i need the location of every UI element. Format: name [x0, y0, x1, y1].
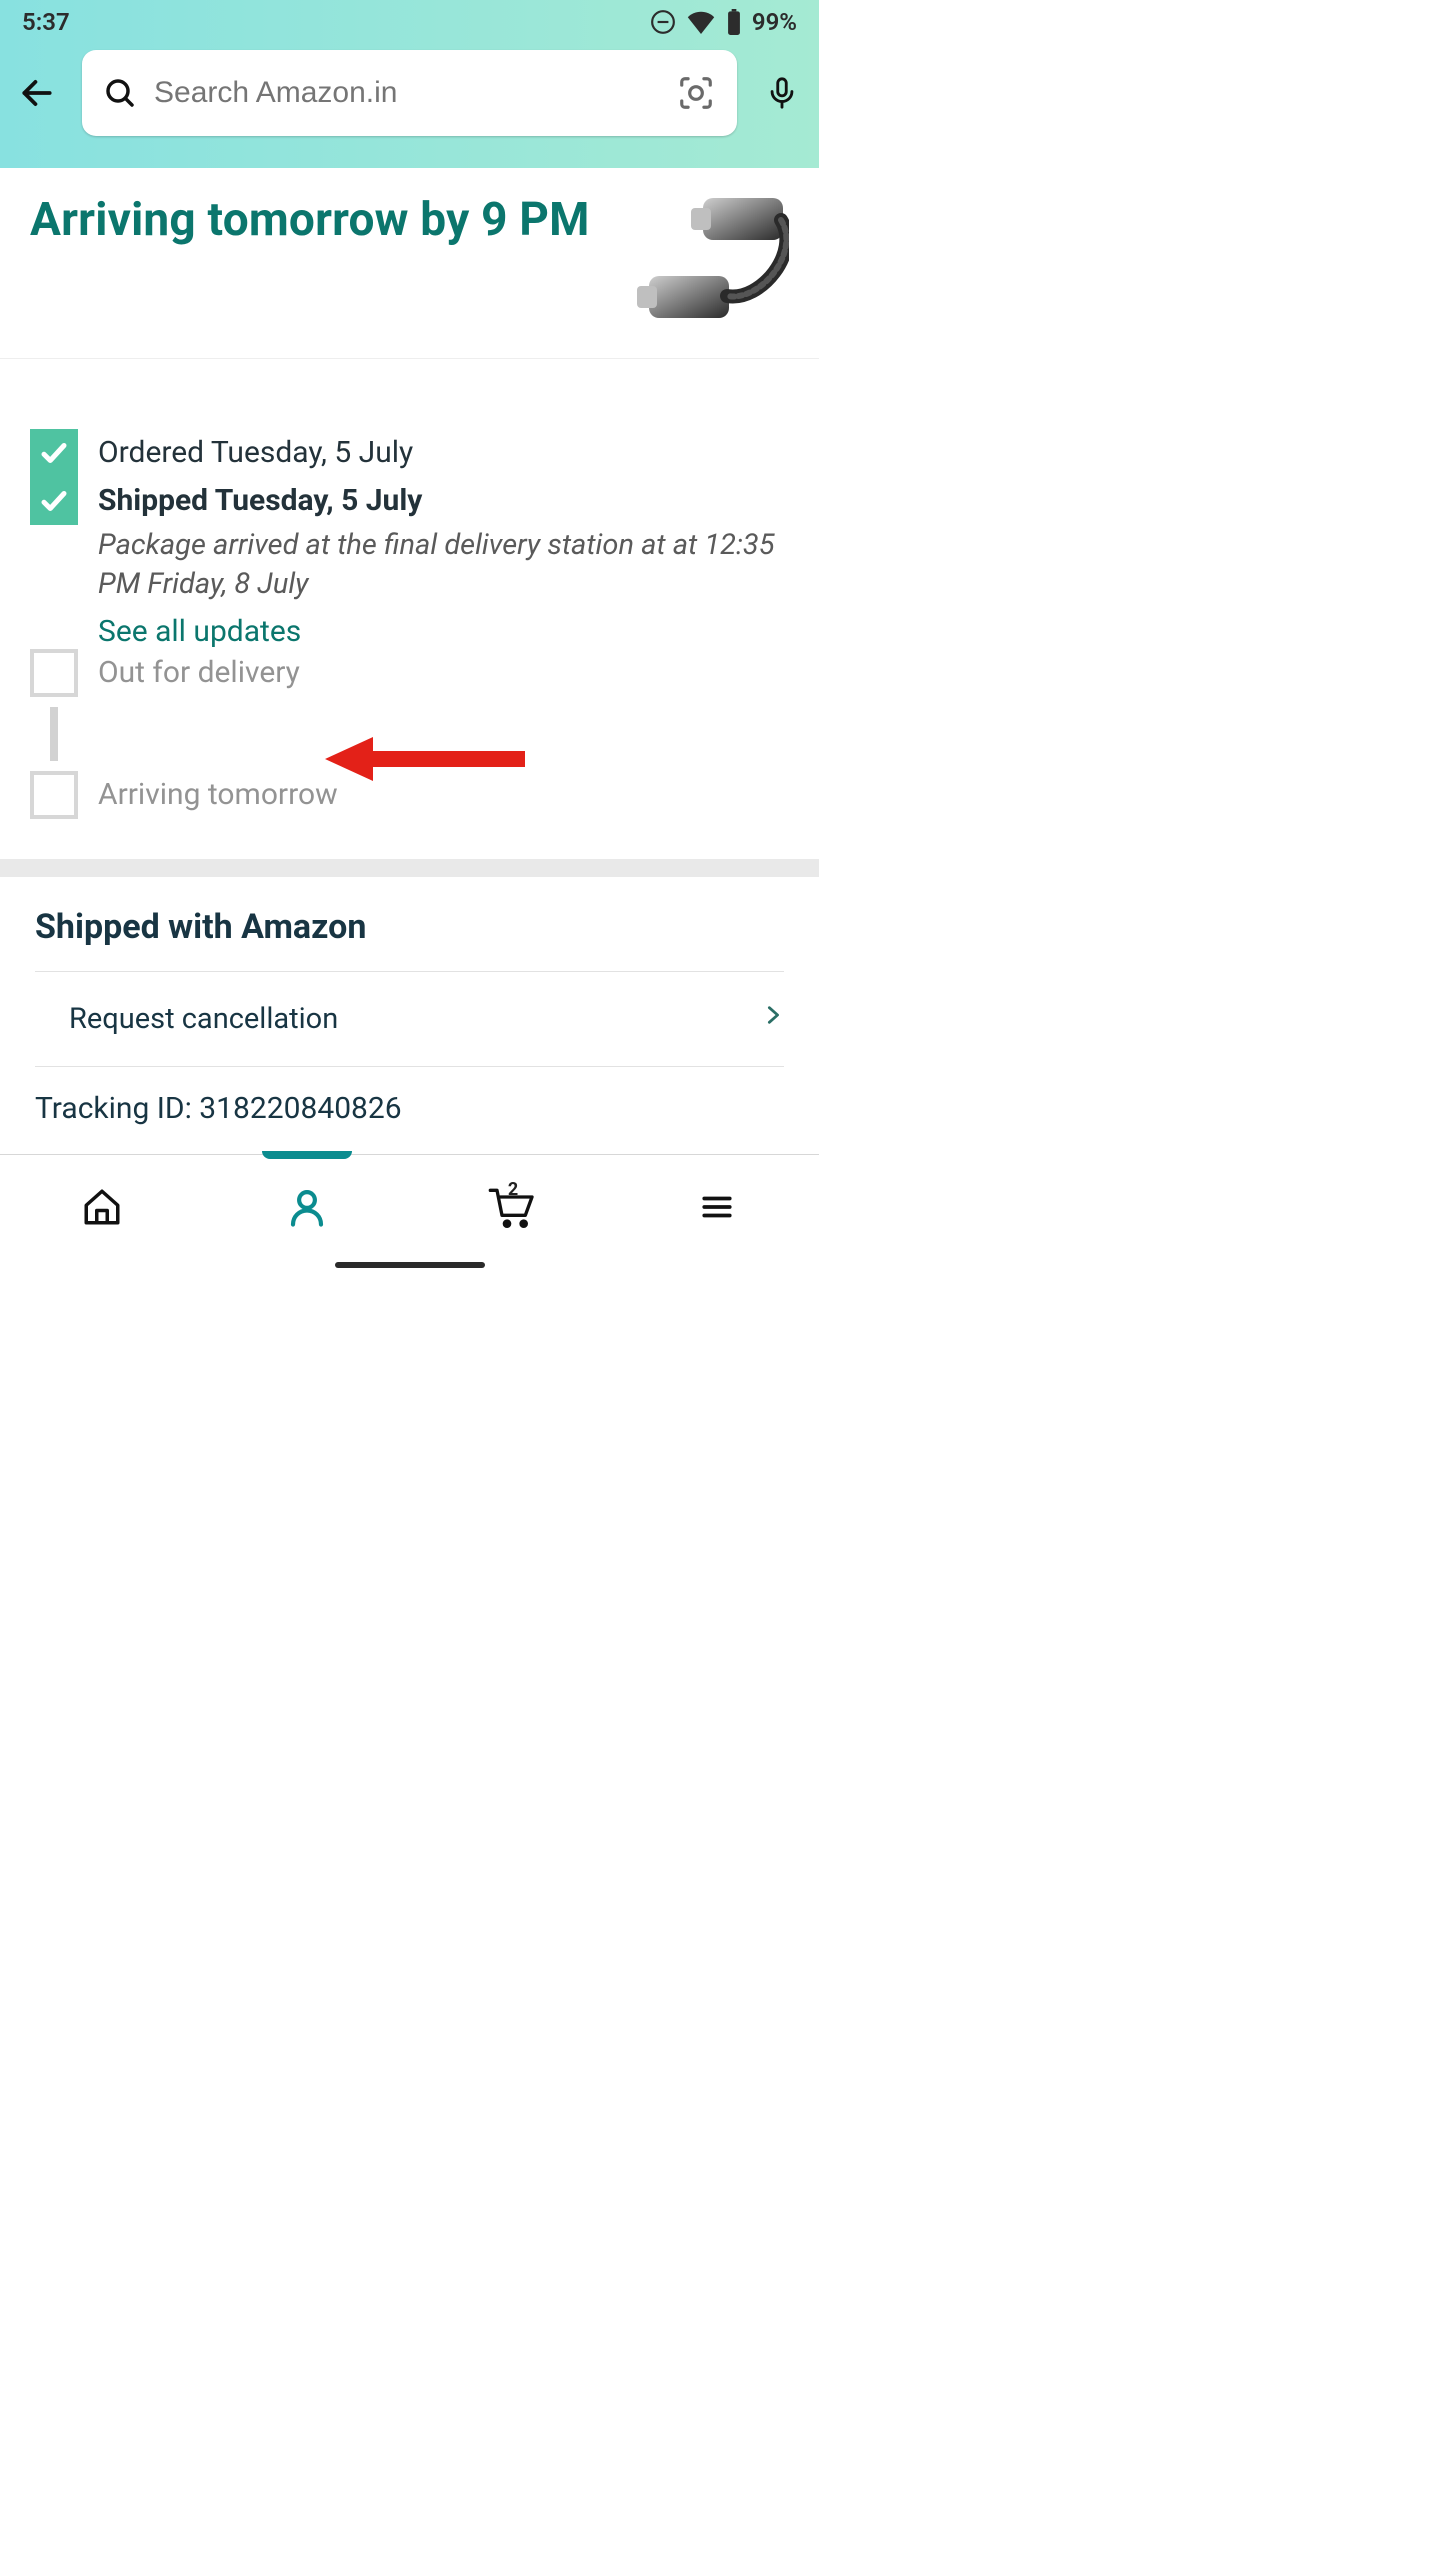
nav-cart[interactable]: 2 — [410, 1155, 615, 1258]
unchecked-box-icon — [30, 771, 78, 819]
section-divider — [0, 859, 819, 877]
camera-scan-icon[interactable] — [677, 74, 715, 112]
search-icon — [104, 77, 136, 109]
timeline-step-out-for-delivery: Out for delivery — [30, 649, 789, 771]
user-icon — [286, 1186, 328, 1228]
tracking-id-row: Tracking ID: 318220840826 — [35, 1066, 784, 1144]
search-bar[interactable] — [82, 50, 737, 136]
tracking-id-label: Tracking ID: 318220840826 — [35, 1091, 402, 1126]
timeline-step-ordered: Ordered Tuesday, 5 July — [30, 429, 789, 477]
request-cancellation-row[interactable]: Request cancellation — [35, 971, 784, 1066]
delivery-status-title: Arriving tomorrow by 9 PM — [30, 192, 590, 332]
cart-count-badge: 2 — [508, 1179, 518, 1200]
home-indicator — [0, 1258, 819, 1278]
search-row — [0, 36, 819, 136]
timeline-connector — [50, 697, 58, 771]
delivery-headline: Arriving tomorrow by 9 PM — [0, 168, 819, 359]
home-icon — [81, 1186, 123, 1228]
shipping-section: Shipped with Amazon Request cancellation… — [0, 877, 819, 1154]
tracking-timeline: Ordered Tuesday, 5 July Shipped Tuesday,… — [0, 359, 819, 859]
nav-home[interactable] — [0, 1155, 205, 1258]
battery-percent: 99% — [752, 8, 797, 36]
dnd-icon — [650, 9, 676, 35]
mic-icon — [765, 72, 799, 114]
check-icon — [30, 477, 78, 525]
nav-menu[interactable] — [614, 1155, 819, 1258]
step-shipped-title: Shipped Tuesday, 5 July — [98, 483, 789, 518]
status-time: 5:37 — [22, 8, 70, 36]
battery-icon — [726, 9, 742, 35]
carrier-heading: Shipped with Amazon — [35, 907, 784, 947]
timeline-step-arriving: Arriving tomorrow — [30, 771, 789, 819]
check-icon — [30, 429, 78, 477]
chevron-right-icon — [762, 998, 784, 1040]
see-all-updates-link[interactable]: See all updates — [98, 614, 301, 649]
product-thumbnail[interactable] — [631, 192, 789, 332]
step-shipped-detail: Package arrived at the final delivery st… — [98, 526, 789, 604]
search-input[interactable] — [154, 76, 659, 110]
hamburger-icon — [698, 1190, 736, 1224]
voice-search-button[interactable] — [755, 66, 809, 120]
bottom-nav: 2 — [0, 1154, 819, 1258]
wifi-icon — [686, 10, 716, 34]
app-header: 5:37 99% — [0, 0, 819, 168]
step-out-title: Out for delivery — [98, 655, 300, 690]
step-ordered-title: Ordered Tuesday, 5 July — [98, 435, 413, 470]
step-arriving-title: Arriving tomorrow — [98, 777, 338, 812]
status-icons: 99% — [650, 8, 797, 36]
back-arrow-icon — [18, 74, 56, 112]
back-button[interactable] — [10, 66, 64, 120]
timeline-step-shipped: Shipped Tuesday, 5 July Package arrived … — [30, 477, 789, 649]
unchecked-box-icon — [30, 649, 78, 697]
nav-account[interactable] — [205, 1155, 410, 1258]
request-cancellation-label: Request cancellation — [35, 1002, 338, 1036]
status-bar: 5:37 99% — [0, 0, 819, 36]
product-image-icon — [631, 192, 789, 332]
